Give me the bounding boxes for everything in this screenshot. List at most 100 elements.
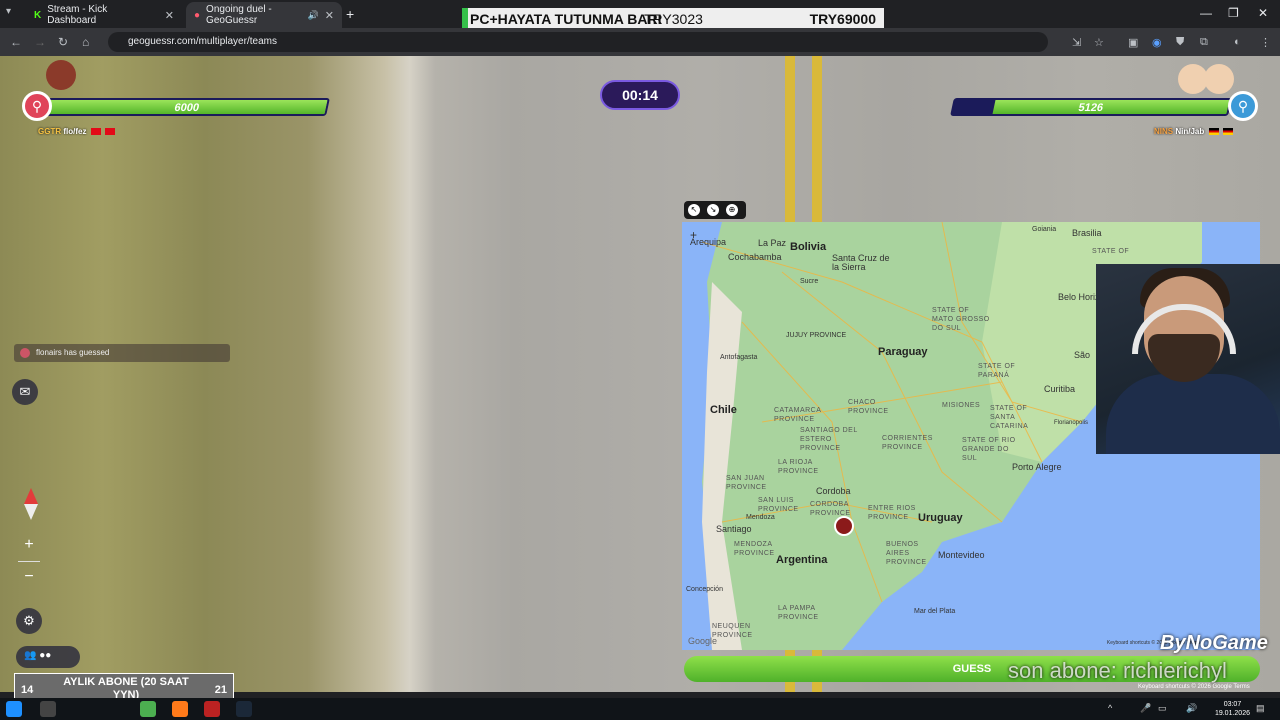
map-city: La Paz	[758, 238, 787, 248]
chat-button[interactable]: ✉	[12, 379, 38, 405]
chrome-icon[interactable]	[140, 701, 156, 717]
map-province: STATE OF MATO GROSSO DO SUL	[932, 307, 990, 332]
search-icon[interactable]	[40, 701, 56, 717]
round-timer: 00:14	[600, 80, 680, 110]
back-icon[interactable]: ←	[10, 35, 22, 49]
webcam-body	[1106, 374, 1280, 454]
close-tab-icon[interactable]: ✕	[325, 9, 334, 22]
left-team-health-bar: 6000	[44, 98, 330, 116]
donation-target: TRY69000	[809, 11, 876, 27]
right-team-health-bar: 5126	[950, 98, 1232, 116]
map-city: Goiania	[1032, 226, 1057, 233]
donation-goal-label: PC+HAYATA TUTUNMA BARI	[470, 11, 662, 27]
minimize-icon[interactable]: —	[1200, 6, 1212, 20]
map-city: Florianopolis	[1054, 420, 1089, 426]
map-province: STATE OF RIO GRANDE DO SUL	[962, 437, 1016, 462]
sub-goal-current: 14	[21, 684, 34, 696]
map-country: Bolivia	[790, 241, 827, 253]
taskbar: ^ 🎤 ▭ 🔊 03:07 19.01.2026 ▤	[0, 698, 1280, 720]
left-team-players: flo/fez	[63, 127, 87, 136]
close-window-icon[interactable]: ✕	[1258, 6, 1268, 20]
bookmark-star-icon[interactable]: ☆	[1094, 36, 1104, 49]
map-city: São	[1074, 350, 1091, 360]
chat-icon: ✉	[19, 384, 31, 399]
map-province: STATE OF SANTA CATARINA	[990, 405, 1029, 430]
extension-2-icon[interactable]: ◉	[1152, 36, 1162, 49]
audio-icon[interactable]: 🔊	[308, 10, 319, 21]
network-icon[interactable]: ▭	[1158, 703, 1167, 714]
map-province: BUENOS AIRES PROVINCE	[886, 541, 927, 566]
profile-icon[interactable]: ◐	[1234, 36, 1241, 48]
zoom-divider	[18, 561, 40, 562]
map-province: ENTRE RIOS PROVINCE	[868, 505, 916, 521]
map-city: Santa Cruz de la Sierra	[832, 253, 890, 272]
close-tab-icon[interactable]: ✕	[165, 9, 174, 22]
microphone-icon[interactable]: 🎤	[1140, 703, 1151, 714]
map-province: LA PAMPA PROVINCE	[778, 605, 819, 621]
map-city: Arequipa	[690, 237, 727, 247]
map-city: Montevideo	[938, 550, 985, 560]
install-icon[interactable]: ⇲	[1072, 36, 1081, 49]
tab-geoguessr[interactable]: ● Ongoing duel - GeoGuessr 🔊 ✕	[186, 2, 342, 28]
zoom-out-button[interactable]: −	[16, 568, 42, 586]
settings-button[interactable]: ⚙	[16, 608, 42, 634]
donation-current: TRY3023	[644, 11, 703, 27]
map-province: LA RIOJA PROVINCE	[778, 459, 819, 475]
home-icon[interactable]: ⌂	[82, 35, 89, 49]
tray-chevron-icon[interactable]: ^	[1108, 703, 1112, 713]
last-subscriber: son abone: richierichyl	[1008, 658, 1227, 683]
left-team-name: GGTR flo/fez	[38, 127, 115, 136]
map-city: Cordoba	[816, 486, 851, 496]
map-pin-toggle-icon[interactable]: ⊕	[726, 204, 738, 216]
map-country: Chile	[710, 404, 737, 416]
reload-icon[interactable]: ↻	[58, 35, 68, 49]
map-country: Argentina	[776, 554, 828, 566]
tab-kick-dashboard[interactable]: K Stream - Kick Dashboard ✕	[26, 2, 182, 28]
turkey-flag-icon	[90, 128, 101, 136]
guess-notification: flonairs has guessed	[14, 344, 230, 362]
right-team-players: Nin/Jab	[1175, 127, 1205, 136]
map-province: CATAMARCA PROVINCE	[774, 407, 822, 423]
steam-icon[interactable]	[236, 701, 252, 717]
obs-icon[interactable]	[204, 701, 220, 717]
germany-flag-icon	[1208, 128, 1219, 136]
restore-icon[interactable]: ❐	[1228, 6, 1239, 20]
map-province: CORRIENTES PROVINCE	[882, 435, 933, 451]
volume-icon[interactable]: 🔊	[1186, 703, 1197, 714]
extension-1-icon[interactable]: ▣	[1128, 36, 1138, 49]
map-country: Paraguay	[878, 346, 928, 358]
team-members-button[interactable]: 👥 ●●	[16, 646, 80, 668]
menu-kebab-icon[interactable]: ⋮	[1260, 36, 1271, 49]
zoom-in-button[interactable]: +	[16, 536, 42, 554]
extension-3-icon[interactable]: ⛊	[1176, 36, 1184, 49]
map-city: Concepción	[686, 586, 723, 593]
turkey-flag-icon	[104, 128, 115, 136]
map-city: Mar del Plata	[914, 608, 956, 615]
right-team-health-value: 5126	[1077, 102, 1105, 114]
compass-icon[interactable]	[22, 488, 40, 520]
start-icon[interactable]	[6, 701, 22, 717]
geoguessr-icon: ●	[194, 9, 201, 21]
firefox-icon[interactable]	[172, 701, 188, 717]
forward-icon[interactable]: →	[34, 35, 46, 49]
taskbar-clock[interactable]: 03:07 19.01.2026	[1215, 700, 1250, 718]
kick-icon: K	[34, 9, 42, 21]
streamer-webcam	[1096, 264, 1280, 454]
extensions-puzzle-icon[interactable]: ⧉	[1200, 36, 1208, 49]
map-province: JUJUY PROVINCE	[786, 332, 847, 339]
map-province: CORDOBA PROVINCE	[810, 501, 851, 517]
map-city: Antofagasta	[720, 354, 758, 361]
map-city: Santiago	[716, 524, 752, 534]
map-shrink-icon[interactable]: ↘	[707, 204, 719, 216]
map-attribution: Keyboard shortcuts © 2026 Google Terms	[1138, 684, 1250, 690]
tab-search-icon[interactable]: ▾	[6, 6, 11, 17]
map-expand-icon[interactable]: ↖	[688, 204, 700, 216]
left-team-tag: GGTR	[38, 127, 62, 136]
new-tab-icon[interactable]: +	[346, 6, 354, 22]
right-team-tag: NINS	[1154, 127, 1174, 136]
map-city: Belo Horiz	[1058, 292, 1100, 302]
map-province: CHACO PROVINCE	[848, 399, 889, 415]
url-field[interactable]: geoguessr.com/multiplayer/teams	[108, 32, 1048, 52]
map-city: Cochabamba	[728, 252, 782, 262]
notifications-icon[interactable]: ▤	[1256, 703, 1265, 714]
